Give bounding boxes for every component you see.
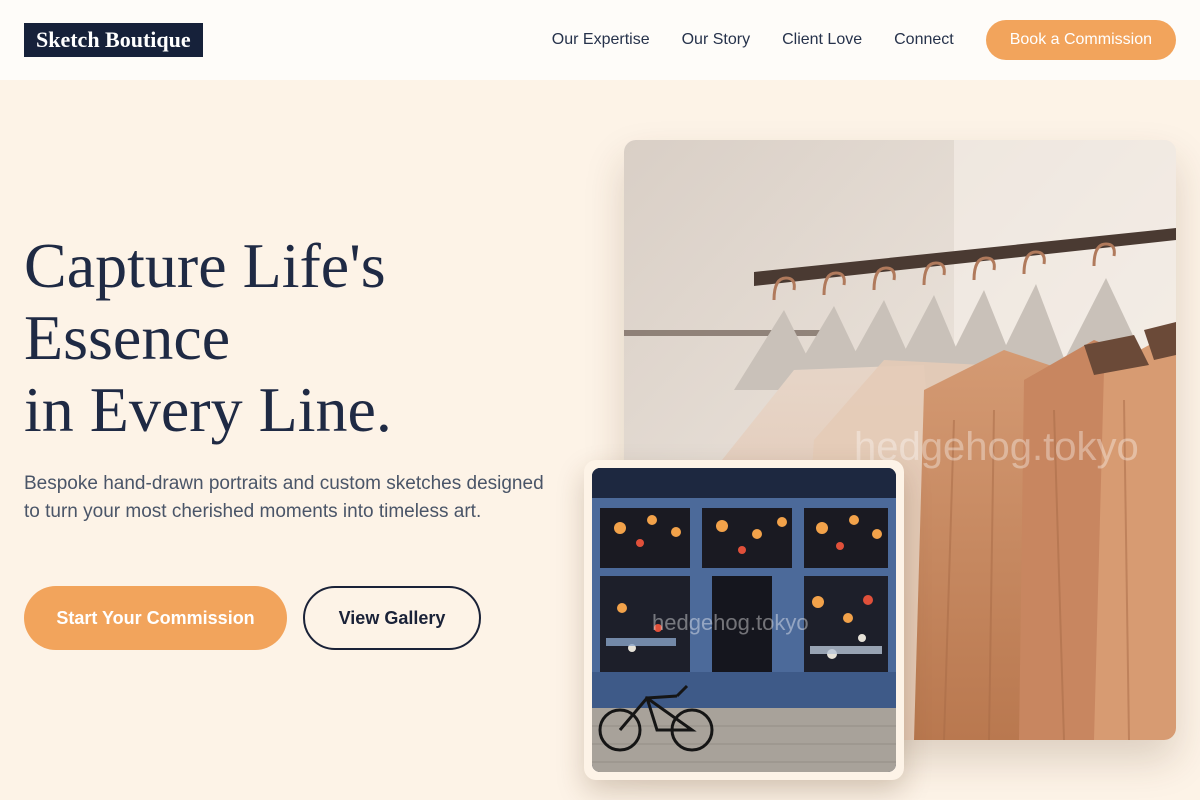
hero-title-line-3: in Every Line.: [24, 374, 392, 445]
storefront-photo-frame: hedgehog.tokyo: [584, 460, 904, 780]
hero-subtitle: Bespoke hand-drawn portraits and custom …: [24, 473, 544, 522]
nav-link-story[interactable]: Our Story: [682, 31, 750, 49]
hero-title-line-2: Essence: [24, 302, 231, 373]
view-gallery-button[interactable]: View Gallery: [303, 586, 481, 650]
inset-photo-watermark: hedgehog.tokyo: [652, 610, 809, 635]
storefront-photo: hedgehog.tokyo: [592, 468, 896, 772]
hero-title: Capture Life's Essence in Every Line.: [24, 230, 564, 446]
nav-link-client-love[interactable]: Client Love: [782, 31, 862, 49]
logo[interactable]: Sketch Boutique: [24, 23, 203, 57]
book-commission-button[interactable]: Book a Commission: [985, 20, 1176, 60]
main-nav: Our Expertise Our Story Client Love Conn…: [552, 20, 1176, 60]
nav-link-connect[interactable]: Connect: [894, 31, 954, 49]
hero-title-line-1: Capture Life's: [24, 230, 386, 301]
nav-link-expertise[interactable]: Our Expertise: [552, 31, 650, 49]
start-commission-button[interactable]: Start Your Commission: [24, 586, 287, 650]
site-header: Sketch Boutique Our Expertise Our Story …: [0, 0, 1200, 80]
